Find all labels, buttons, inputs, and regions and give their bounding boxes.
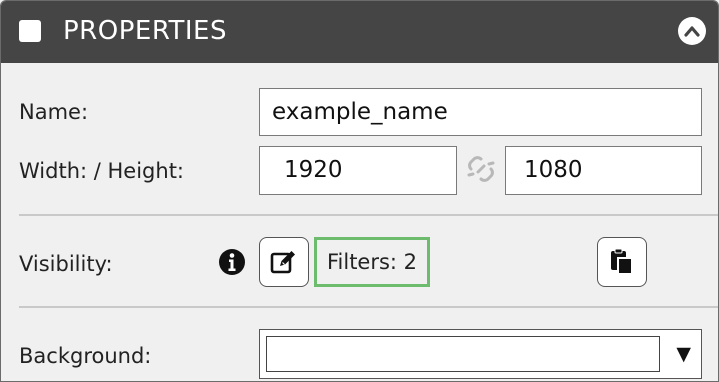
divider (19, 306, 718, 308)
panel-header: PROPERTIES (1, 1, 718, 63)
background-select-value (266, 336, 660, 372)
unlink-icon[interactable] (467, 155, 495, 183)
dropdown-arrow-icon: ▼ (676, 343, 691, 365)
paste-icon (611, 248, 633, 275)
edit-visibility-button[interactable] (259, 237, 309, 287)
paste-button[interactable] (597, 237, 647, 287)
background-label: Background: (19, 344, 152, 368)
collapse-button[interactable] (678, 17, 706, 45)
info-icon[interactable] (219, 249, 245, 275)
width-input[interactable]: 1920 (259, 146, 457, 195)
divider (19, 214, 718, 216)
edit-icon (270, 251, 295, 274)
chevron-up-icon (684, 26, 700, 37)
name-input[interactable]: example_name (259, 88, 702, 136)
filters-button[interactable]: Filters: 2 (314, 237, 430, 287)
height-input[interactable]: 1080 (505, 146, 702, 195)
visibility-label: Visibility: (19, 252, 113, 276)
name-label: Name: (19, 100, 89, 124)
size-label: Width: / Height: (19, 159, 185, 183)
panel-checkbox[interactable] (19, 20, 41, 42)
panel-title: PROPERTIES (63, 16, 227, 46)
properties-panel: PROPERTIES Name: example_name Width: / H… (0, 0, 719, 382)
background-select[interactable]: ▼ (259, 329, 702, 379)
